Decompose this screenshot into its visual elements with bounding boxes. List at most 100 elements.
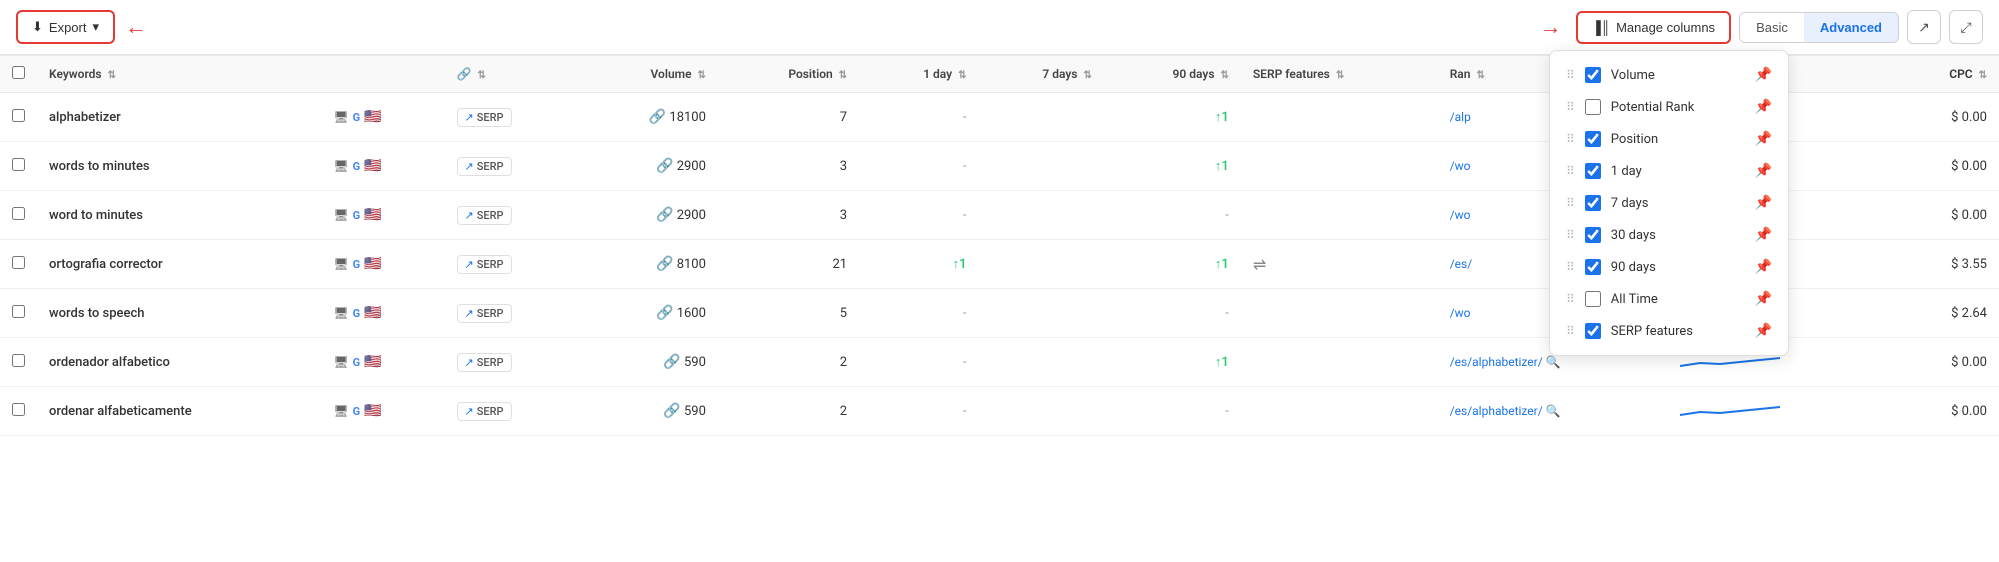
days90-cell: -	[1104, 191, 1241, 240]
1day-header[interactable]: 1 day ⇅	[859, 56, 978, 93]
column-item-volume[interactable]: ⠿ Volume 📌	[1550, 59, 1788, 91]
serp-badge-cell[interactable]: ↗ SERP	[445, 338, 580, 387]
volume-header[interactable]: Volume ⇅	[579, 56, 718, 93]
col-check-serp_features[interactable]	[1585, 323, 1601, 339]
cpc-header[interactable]: CPC ⇅	[1879, 56, 1999, 93]
export-button[interactable]: ⬇ Export ▾	[16, 10, 115, 44]
col-check-all_time[interactable]	[1585, 291, 1601, 307]
toolbar-right: → ▐║ Manage columns Basic Advanced ↗ ⤢	[1540, 10, 1983, 44]
rank-sort-icon: ⇅	[1476, 70, 1484, 81]
day1-cell: ↑1	[859, 240, 978, 289]
column-item-position[interactable]: ⠿ Position 📌	[1550, 123, 1788, 155]
serp-features-header[interactable]: SERP features ⇅	[1241, 56, 1438, 93]
basic-view-button[interactable]: Basic	[1740, 13, 1804, 42]
volume-value: 18100	[669, 110, 706, 125]
row-checkbox-cell[interactable]	[0, 142, 37, 191]
row-checkbox[interactable]	[12, 354, 25, 367]
url-link[interactable]: /es/alphabetizer/ 🔍	[1450, 355, 1561, 369]
column-item-potential_rank[interactable]: ⠿ Potential Rank 📌	[1550, 91, 1788, 123]
serp-badge[interactable]: ↗ SERP	[457, 304, 512, 323]
advanced-view-button[interactable]: Advanced	[1804, 13, 1898, 42]
serp-badge-cell[interactable]: ↗ SERP	[445, 289, 580, 338]
serp-sort-icon: ⇅	[1336, 70, 1344, 81]
days90-value: ↑1	[1215, 355, 1229, 370]
keyword-text: ordenador alfabetico	[49, 355, 170, 370]
row-checkbox-cell[interactable]	[0, 240, 37, 289]
7days-sort-icon: ⇅	[1083, 70, 1091, 81]
column-item-serp_features[interactable]: ⠿ SERP features 📌	[1550, 315, 1788, 347]
serp-badge[interactable]: ↗ SERP	[457, 353, 512, 372]
col-check-90days[interactable]	[1585, 259, 1601, 275]
row-checkbox-cell[interactable]	[0, 338, 37, 387]
row-checkbox[interactable]	[12, 403, 25, 416]
col-check-position[interactable]	[1585, 131, 1601, 147]
cpc-cell: $ 0.00	[1879, 387, 1999, 436]
volume-value: 590	[684, 355, 706, 370]
serp-badge-cell[interactable]: ↗ SERP	[445, 93, 580, 142]
serp-badge[interactable]: ↗ SERP	[457, 108, 512, 127]
pin-icon-volume[interactable]: 📌	[1755, 67, 1772, 83]
90days-header[interactable]: 90 days ⇅	[1104, 56, 1241, 93]
keyword-header[interactable]: Keywords ⇅	[37, 56, 321, 93]
serp-badge-cell[interactable]: ↗ SERP	[445, 142, 580, 191]
drag-handle-30days: ⠿	[1566, 228, 1575, 242]
manage-columns-button[interactable]: ▐║ Manage columns	[1576, 11, 1731, 44]
pin-icon-position[interactable]: 📌	[1755, 131, 1772, 147]
row-checkbox-cell[interactable]	[0, 387, 37, 436]
row-checkbox[interactable]	[12, 207, 25, 220]
row-checkbox-cell[interactable]	[0, 93, 37, 142]
row-checkbox-cell[interactable]	[0, 191, 37, 240]
col-label-30days: 30 days	[1611, 228, 1745, 243]
col-check-1day[interactable]	[1585, 163, 1601, 179]
days90-value: ↑1	[1215, 257, 1229, 272]
serp-trend-icon: ↗	[465, 258, 474, 271]
col-label-volume: Volume	[1611, 68, 1745, 83]
url-text: /wo	[1450, 306, 1471, 320]
cpc-value: $ 0.00	[1951, 110, 1987, 125]
serp-badge[interactable]: ↗ SERP	[457, 255, 512, 274]
position-value: 2	[840, 404, 847, 419]
pin-icon-potential_rank[interactable]: 📌	[1755, 99, 1772, 115]
table-row: ordenar alfabeticamente 🖥 G 🇺🇸 ↗ SERP 🔗 …	[0, 387, 1999, 436]
google-icon: G	[353, 209, 361, 222]
position-value: 21	[832, 257, 847, 272]
7days-header[interactable]: 7 days ⇅	[979, 56, 1104, 93]
col-check-potential_rank[interactable]	[1585, 99, 1601, 115]
select-all-checkbox[interactable]	[12, 66, 25, 79]
column-item-1day[interactable]: ⠿ 1 day 📌	[1550, 155, 1788, 187]
column-item-all_time[interactable]: ⠿ All Time 📌	[1550, 283, 1788, 315]
serp-badge-cell[interactable]: ↗ SERP	[445, 387, 580, 436]
url-text: /es/	[1450, 257, 1472, 271]
serp-badge[interactable]: ↗ SERP	[457, 206, 512, 225]
days7-cell	[979, 289, 1104, 338]
col-check-volume[interactable]	[1585, 67, 1601, 83]
row-checkbox[interactable]	[12, 305, 25, 318]
90days-sort-icon: ⇅	[1220, 70, 1228, 81]
column-item-90days[interactable]: ⠿ 90 days 📌	[1550, 251, 1788, 283]
desktop-icon: 🖥	[333, 306, 348, 320]
volume-value: 2900	[677, 208, 706, 223]
row-checkbox-cell[interactable]	[0, 289, 37, 338]
url-text: /wo	[1450, 208, 1471, 222]
select-all-header[interactable]	[0, 56, 37, 93]
position-header[interactable]: Position ⇅	[718, 56, 859, 93]
day1-value: -	[963, 110, 967, 125]
serp-trend-icon: ↗	[465, 111, 474, 124]
row-checkbox[interactable]	[12, 109, 25, 122]
row-checkbox[interactable]	[12, 158, 25, 171]
trend-icon-button[interactable]: ↗	[1907, 10, 1941, 44]
serp-badge-cell[interactable]: ↗ SERP	[445, 240, 580, 289]
pin-icon-1day[interactable]: 📌	[1755, 163, 1772, 179]
column-item-30days[interactable]: ⠿ 30 days 📌	[1550, 219, 1788, 251]
days7-cell	[979, 93, 1104, 142]
expand-icon-button[interactable]: ⤢	[1949, 10, 1983, 44]
serp-badge-cell[interactable]: ↗ SERP	[445, 191, 580, 240]
col-check-30days[interactable]	[1585, 227, 1601, 243]
serp-badge[interactable]: ↗ SERP	[457, 157, 512, 176]
url-link[interactable]: /es/alphabetizer/ 🔍	[1450, 404, 1561, 418]
volume-cell: 🔗 2900	[579, 191, 718, 240]
row-checkbox[interactable]	[12, 256, 25, 269]
col-check-7days[interactable]	[1585, 195, 1601, 211]
column-item-7days[interactable]: ⠿ 7 days 📌	[1550, 187, 1788, 219]
serp-badge[interactable]: ↗ SERP	[457, 402, 512, 421]
